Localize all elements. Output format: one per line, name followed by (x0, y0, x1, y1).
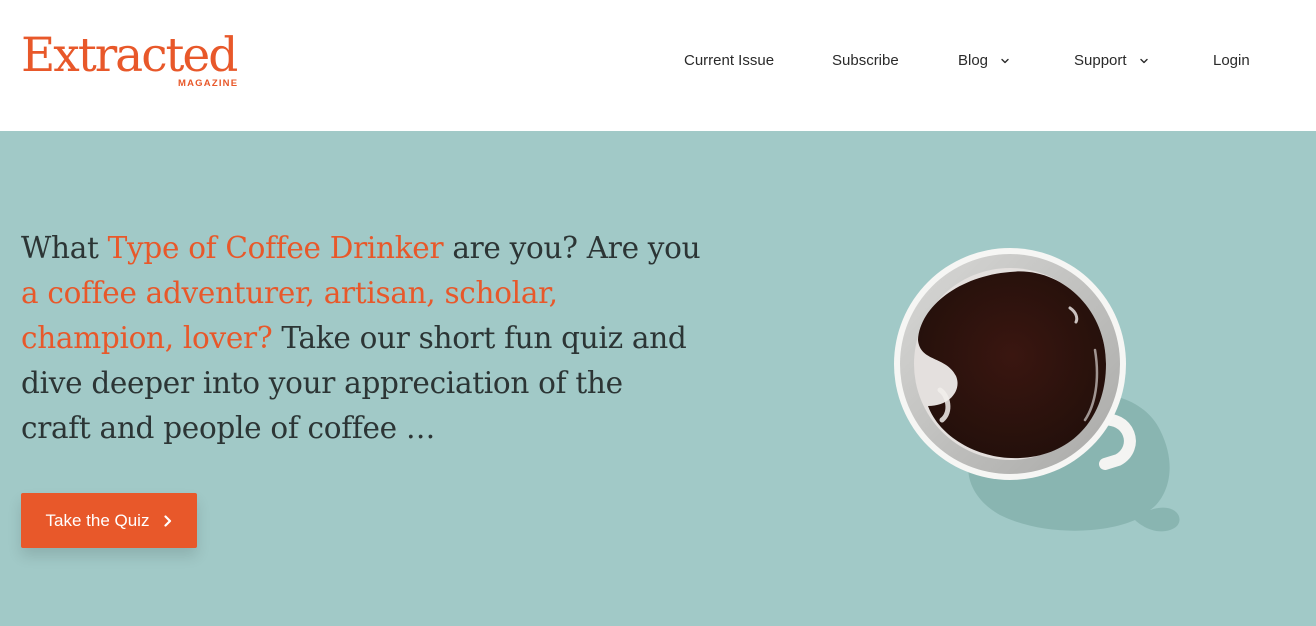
nav-support[interactable]: Support (1074, 52, 1150, 69)
nav-support-label: Support (1074, 52, 1127, 69)
nav-blog[interactable]: Blog (958, 52, 1011, 69)
chevron-down-icon (1001, 58, 1009, 63)
hero-text-segment: are you? Are you (443, 231, 701, 265)
nav-login-label: Login (1213, 52, 1250, 69)
nav-login[interactable]: Login (1213, 52, 1250, 69)
coffee-cup-illustration (894, 248, 1180, 532)
hero-text-highlight: Type of Coffee Drinker (107, 231, 444, 265)
chevron-down-icon (1139, 58, 1148, 63)
hero-intro-text: What Type of Coffee Drinker are you? Are… (21, 226, 701, 451)
hero-text-segment: What (21, 231, 108, 265)
logo-link[interactable]: Extracted MAGAZINE (21, 30, 253, 96)
nav-subscribe[interactable]: Subscribe (832, 52, 899, 69)
logo-subtitle: MAGAZINE (178, 78, 239, 89)
chevron-right-icon (164, 514, 172, 527)
take-quiz-label: Take the Quiz (45, 510, 150, 530)
nav-current-issue-label: Current Issue (684, 52, 775, 69)
nav-current-issue[interactable]: Current Issue (684, 52, 774, 69)
site-header: Extracted MAGAZINE Current Issue Subscri… (0, 0, 1316, 131)
nav-subscribe-label: Subscribe (832, 52, 899, 69)
coffee-surface (918, 271, 1106, 459)
nav-blog-label: Blog (958, 52, 989, 69)
logo-wordmark: Extracted (21, 28, 238, 83)
take-quiz-button[interactable]: Take the Quiz (21, 493, 197, 548)
